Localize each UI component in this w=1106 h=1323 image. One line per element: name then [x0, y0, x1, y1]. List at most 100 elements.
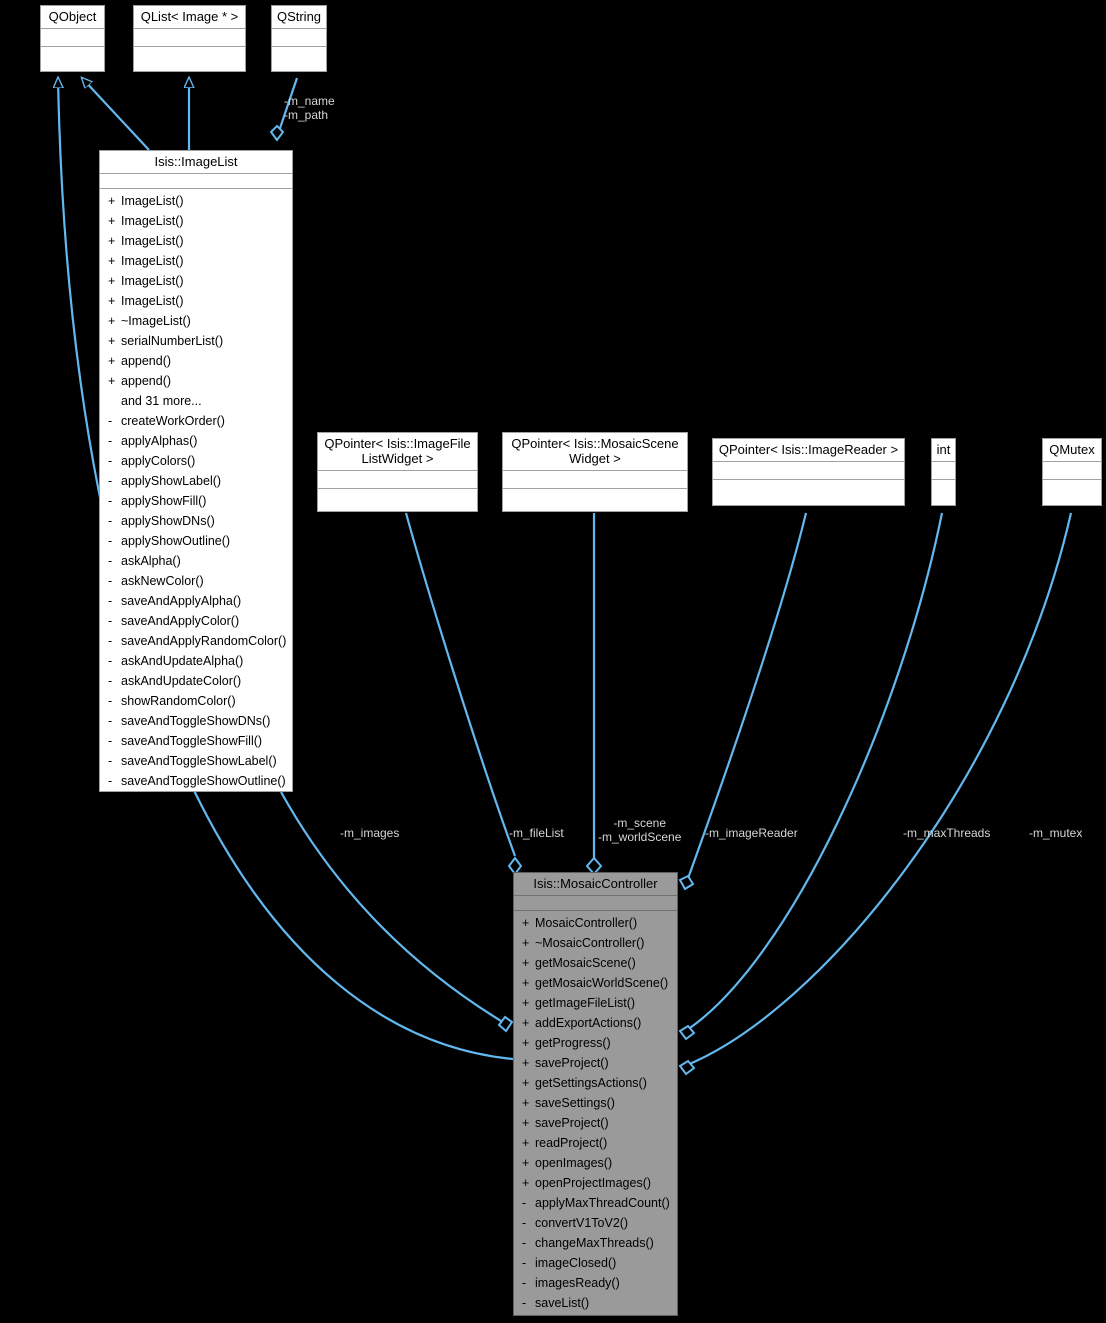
class-node-qstring[interactable]: QString	[271, 5, 327, 72]
operation-visibility: +	[522, 1076, 530, 1090]
edge-mosaiccontroller-has-mutex	[686, 512, 1073, 1067]
operation-visibility: +	[108, 294, 116, 308]
diamond-maxthreads	[678, 1024, 696, 1041]
operation-name: applyAlphas()	[121, 434, 198, 448]
edge-label-images: -m_images	[340, 826, 400, 840]
class-node-qlist-image[interactable]: QList< Image * >	[133, 5, 246, 72]
operation-row: + addExportActions()	[514, 1013, 677, 1033]
class-operations-imagelist: + ImageList() + ImageList() + ImageList() + Ima…	[100, 189, 292, 794]
edge-label-mutex: -m_mutex	[1029, 826, 1083, 840]
operation-row: + append()	[100, 351, 292, 371]
operation-visibility: +	[522, 1156, 530, 1170]
uml-class-diagram-canvas: -m_name -m_path -m_images -m_fileList -m…	[0, 0, 1106, 1323]
operation-row: + ImageList()	[100, 231, 292, 251]
class-node-imagelist[interactable]: Isis::ImageList + ImageList() + ImageList()…	[99, 150, 293, 792]
edge-imagelist-inherits-qobject	[82, 78, 150, 151]
diamond-imagereader	[678, 874, 695, 891]
class-node-int[interactable]: int	[931, 438, 956, 506]
operation-name: saveAndToggleShowOutline()	[121, 774, 286, 788]
class-operations-qmutex	[1043, 480, 1101, 504]
operation-visibility: -	[108, 494, 113, 508]
class-node-qpointer-mosaicscenewidget[interactable]: QPointer< Isis::MosaicScene Widget >	[502, 432, 688, 512]
operation-row: - askAndUpdateAlpha()	[100, 651, 292, 671]
operation-visibility: -	[108, 574, 113, 588]
edge-label-filelist: -m_fileList	[509, 826, 564, 840]
class-node-qmutex[interactable]: QMutex	[1042, 438, 1102, 506]
operation-visibility: +	[522, 956, 530, 970]
operation-visibility: -	[108, 434, 113, 448]
operation-row: + getMosaicScene()	[514, 953, 677, 973]
operation-visibility: -	[522, 1196, 527, 1210]
class-node-qpointer-imagefilelistwidget[interactable]: QPointer< Isis::ImageFile ListWidget >	[317, 432, 478, 512]
operation-name: askAndUpdateColor()	[121, 674, 242, 688]
operation-name: saveAndToggleShowLabel()	[121, 754, 277, 768]
operation-visibility: -	[108, 474, 113, 488]
operation-name: append()	[121, 354, 172, 368]
class-attributes-qpointer-imagereader	[713, 462, 904, 480]
class-attributes-qpointer-imagefilelistwidget	[318, 471, 477, 489]
operation-name: getMosaicWorldScene()	[535, 976, 669, 990]
class-operations-qobject	[41, 47, 104, 71]
operation-visibility: +	[522, 1176, 530, 1190]
operation-visibility: -	[522, 1296, 527, 1310]
class-title-int: int	[932, 439, 955, 462]
operation-name: askAndUpdateAlpha()	[121, 654, 244, 668]
operation-name: applyShowFill()	[121, 494, 207, 508]
operation-name: ImageList()	[121, 254, 184, 268]
operation-row: - showRandomColor()	[100, 691, 292, 711]
class-title-qstring: QString	[272, 6, 326, 29]
operation-name: askNewColor()	[121, 574, 204, 588]
operation-row: - createWorkOrder()	[100, 411, 292, 431]
operation-name: applyColors()	[121, 454, 196, 468]
operation-name: saveProject()	[535, 1116, 609, 1130]
class-attributes-imagelist	[100, 174, 292, 189]
operation-row: - saveList()	[514, 1293, 677, 1313]
operation-name: imageClosed()	[535, 1256, 617, 1270]
class-node-qpointer-imagereader[interactable]: QPointer< Isis::ImageReader >	[712, 438, 905, 506]
operation-row: - askAlpha()	[100, 551, 292, 571]
operation-visibility: -	[522, 1216, 527, 1230]
class-attributes-qobject	[41, 29, 104, 47]
operation-row: + saveSettings()	[514, 1093, 677, 1113]
operation-name: saveProject()	[535, 1056, 609, 1070]
diamond-qstring-imagelist	[269, 124, 285, 142]
operation-name: saveSettings()	[535, 1096, 615, 1110]
operation-name: saveList()	[535, 1296, 590, 1310]
operation-row: - imagesReady()	[514, 1273, 677, 1293]
class-title-qpointer-imagefilelistwidget: QPointer< Isis::ImageFile ListWidget >	[318, 433, 477, 471]
operation-name: and 31 more...	[121, 394, 202, 408]
operation-name: getMosaicScene()	[535, 956, 636, 970]
class-attributes-int	[932, 462, 955, 480]
operation-row: - applyAlphas()	[100, 431, 292, 451]
operation-visibility: -	[108, 674, 113, 688]
operation-row: + ImageList()	[100, 211, 292, 231]
operation-row: - saveAndToggleShowDNs()	[100, 711, 292, 731]
class-operations-qstring	[272, 47, 326, 71]
class-title-imagelist: Isis::ImageList	[100, 151, 292, 174]
class-operations-qpointer-imagereader	[713, 480, 904, 504]
operation-row: + serialNumberList()	[100, 331, 292, 351]
operation-row: - changeMaxThreads()	[514, 1233, 677, 1253]
operation-name: saveAndToggleShowDNs()	[121, 714, 271, 728]
operation-row: - applyShowLabel()	[100, 471, 292, 491]
operation-row: + ImageList()	[100, 291, 292, 311]
operation-row: - askAndUpdateColor()	[100, 671, 292, 691]
operation-name: serialNumberList()	[121, 334, 224, 348]
operation-name: applyMaxThreadCount()	[535, 1196, 670, 1210]
edge-label-scenes: -m_scene -m_worldScene	[598, 816, 682, 844]
operation-visibility: +	[522, 996, 530, 1010]
operation-visibility: +	[522, 976, 530, 990]
class-title-qmutex: QMutex	[1043, 439, 1101, 462]
class-operations-qpointer-imagefilelistwidget	[318, 489, 477, 513]
operation-name: saveAndApplyAlpha()	[121, 594, 242, 608]
operation-visibility: -	[522, 1236, 527, 1250]
class-node-qobject[interactable]: QObject	[40, 5, 105, 72]
operation-row: + getMosaicWorldScene()	[514, 973, 677, 993]
class-attributes-qlist-image	[134, 29, 245, 47]
operation-visibility: +	[108, 214, 116, 228]
edge-label-name-path: -m_name -m_path	[284, 94, 335, 122]
operation-visibility: -	[108, 654, 113, 668]
operation-name: ImageList()	[121, 294, 184, 308]
class-node-mosaiccontroller[interactable]: Isis::MosaicController + MosaicController…	[513, 872, 678, 1316]
class-attributes-qmutex	[1043, 462, 1101, 480]
